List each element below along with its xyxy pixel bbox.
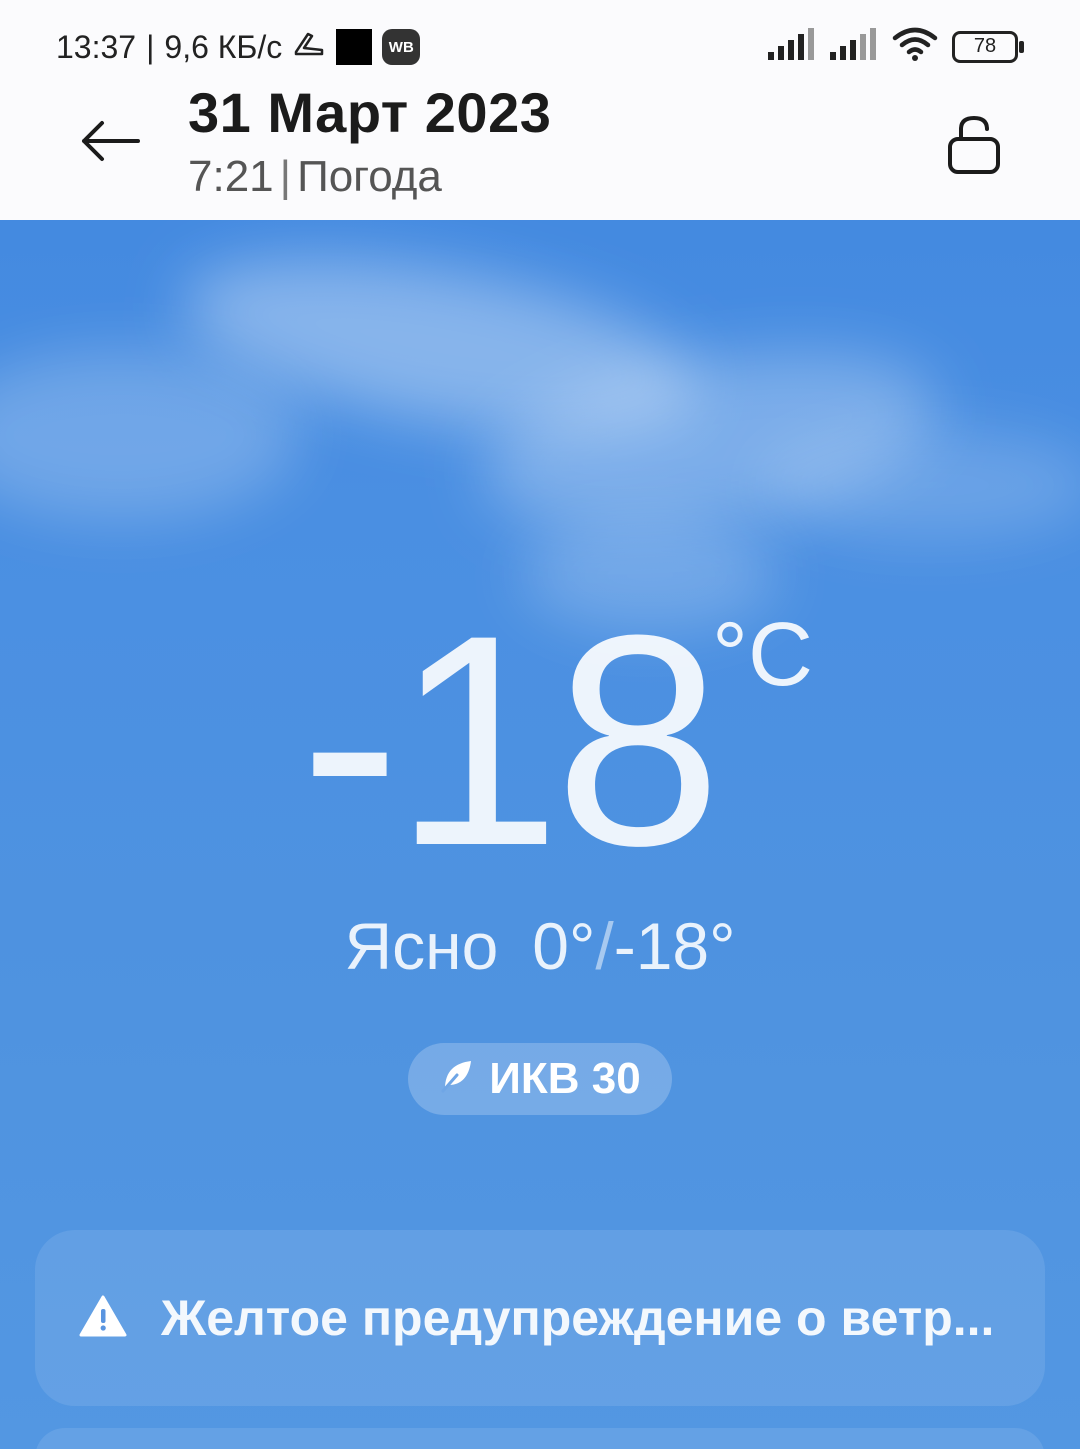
warning-icon xyxy=(79,1295,127,1342)
range-slash: / xyxy=(595,909,614,983)
leaf-icon xyxy=(439,1054,475,1104)
weather-alert-card[interactable]: Желтое предупреждение о ветр... xyxy=(35,1230,1045,1406)
cloud-decoration xyxy=(0,350,300,520)
temp-low: -18° xyxy=(613,909,736,983)
subtitle-separator: | xyxy=(279,152,292,201)
network-speed: 9,6 КБ/с xyxy=(164,28,283,65)
status-time: 13:37 xyxy=(56,28,137,65)
aqi-badge[interactable]: ИКВ 30 xyxy=(408,1043,672,1115)
subtitle-app-name: Погода xyxy=(297,152,442,201)
screenshot-header: 13:37 | 9,6 КБ/с WB 78 31 Март 2023 7:21… xyxy=(0,0,1080,220)
temperature-value: -18 xyxy=(300,572,722,908)
signal-icon xyxy=(830,28,878,65)
aqi-label: ИКВ 30 xyxy=(489,1054,641,1103)
status-bar: 13:37 | 9,6 КБ/с WB 78 xyxy=(0,26,1080,70)
next-card xyxy=(35,1428,1045,1449)
battery-indicator: 78 xyxy=(952,30,1024,63)
alert-text: Желтое предупреждение о ветр... xyxy=(161,1290,995,1346)
app-notification-icon xyxy=(336,29,373,65)
temperature-unit: °C xyxy=(712,605,813,705)
status-right: 78 xyxy=(768,26,1024,67)
status-left: 13:37 | 9,6 КБ/с WB xyxy=(56,26,421,68)
temp-high: 0° xyxy=(532,909,596,983)
wifi-icon xyxy=(892,26,938,67)
temp-range: 0°/-18° xyxy=(532,909,735,983)
shoe-icon xyxy=(292,26,326,68)
condition-text: Ясно xyxy=(344,909,499,983)
lock-button[interactable] xyxy=(946,115,1002,180)
weather-condition: Ясно 0°/-18° xyxy=(0,908,1080,984)
wb-app-icon: WB xyxy=(382,29,421,65)
status-separator: | xyxy=(146,28,155,65)
subtitle-time: 7:21 xyxy=(188,152,274,201)
page-title: 31 Март 2023 xyxy=(188,81,552,144)
current-temperature: -18 °C xyxy=(300,590,860,890)
page-subtitle: 7:21 | Погода xyxy=(188,152,442,202)
back-button[interactable] xyxy=(78,118,142,168)
weather-screen: 13:37 | 9,6 КБ/с WB 78 31 Март 2023 7:21… xyxy=(0,0,1080,1449)
cloud-decoration xyxy=(760,430,1080,540)
signal-icon xyxy=(768,28,816,65)
arrow-left-icon xyxy=(80,119,140,168)
unlock-icon xyxy=(947,115,1001,180)
